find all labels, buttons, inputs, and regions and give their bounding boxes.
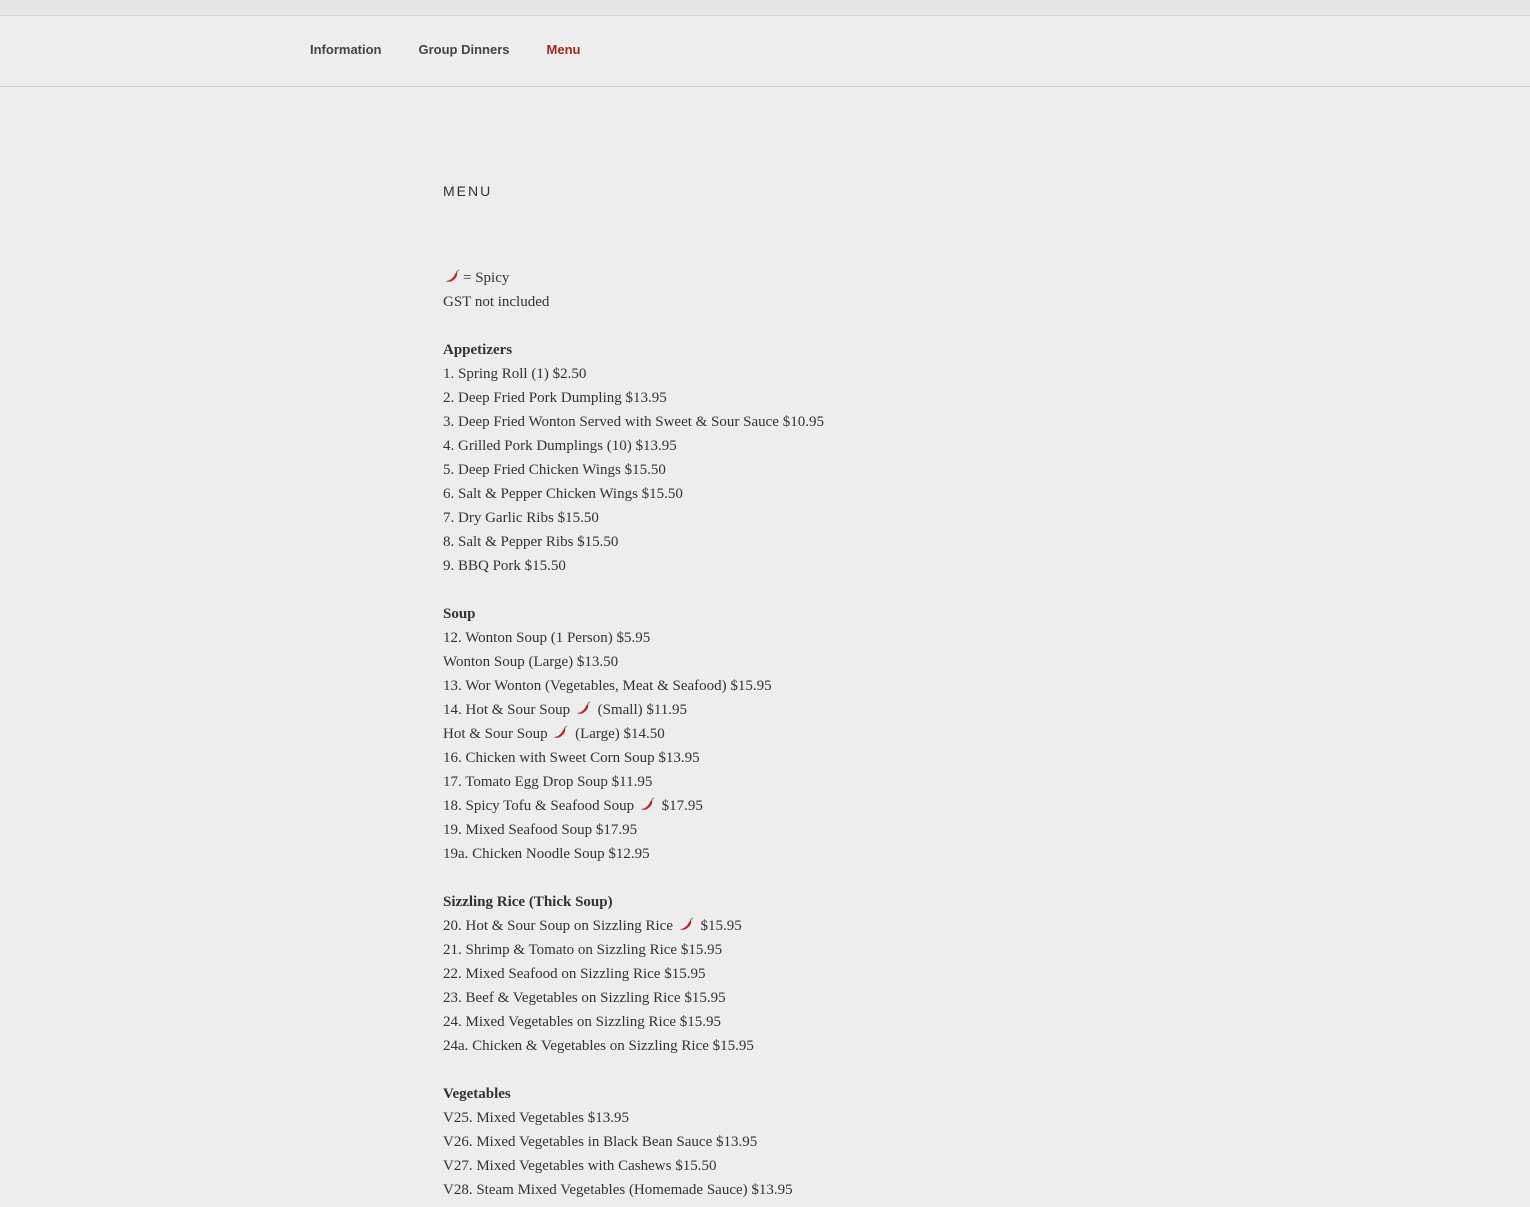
- main-content: Menu = Spicy GST not included Appetizers…: [443, 180, 1143, 1198]
- menu-item: 2. Deep Fried Pork Dumpling $13.95: [443, 386, 1143, 410]
- menu-item: Hot & Sour Soup (Large) $14.50: [443, 722, 1143, 746]
- menu-item: 14. Hot & Sour Soup (Small) $11.95: [443, 698, 1143, 722]
- menu-item: 17. Tomato Egg Drop Soup $11.95: [443, 770, 1143, 794]
- spicy-legend-text: = Spicy: [463, 270, 510, 286]
- menu-item: 9. BBQ Pork $15.50: [443, 554, 1143, 578]
- spicy-legend: = Spicy: [443, 266, 1143, 290]
- menu-item-text: 23. Beef & Vegetables on Sizzling Rice $…: [443, 990, 726, 1006]
- menu-item: 1. Spring Roll (1) $2.50: [443, 362, 1143, 386]
- menu-item: 20. Hot & Sour Soup on Sizzling Rice $15…: [443, 914, 1143, 938]
- menu-item-text: 17. Tomato Egg Drop Soup $11.95: [443, 774, 653, 790]
- menu-item-text: 8. Salt & Pepper Ribs $15.50: [443, 534, 619, 550]
- menu-item-text: V28. Steam Mixed Vegetables (Homemade Sa…: [443, 1182, 793, 1198]
- menu-item: 12. Wonton Soup (1 Person) $5.95: [443, 626, 1143, 650]
- menu-item: V26. Mixed Vegetables in Black Bean Sauc…: [443, 1130, 1143, 1154]
- menu-item-text: 16. Chicken with Sweet Corn Soup $13.95: [443, 750, 700, 766]
- menu-item: 24a. Chicken & Vegetables on Sizzling Ri…: [443, 1034, 1143, 1058]
- menu-item-text: 21. Shrimp & Tomato on Sizzling Rice $15…: [443, 942, 723, 958]
- nav-link-group-dinners[interactable]: Group Dinners: [419, 42, 510, 58]
- menu-item-price-text: $15.95: [696, 918, 742, 934]
- menu-item-text: V27. Mixed Vegetables with Cashews $15.5…: [443, 1158, 717, 1174]
- chili-pepper-icon: [679, 917, 694, 930]
- nav-link-menu[interactable]: Menu: [547, 42, 581, 58]
- menu-item: 23. Beef & Vegetables on Sizzling Rice $…: [443, 986, 1143, 1010]
- menu-item-text: 19a. Chicken Noodle Soup $12.95: [443, 846, 650, 862]
- menu-item: 13. Wor Wonton (Vegetables, Meat & Seafo…: [443, 674, 1143, 698]
- menu-item: 19a. Chicken Noodle Soup $12.95: [443, 842, 1143, 866]
- menu-item-text: 3. Deep Fried Wonton Served with Sweet &…: [443, 414, 824, 430]
- chili-pepper-icon: [554, 725, 568, 738]
- menu-item: 19. Mixed Seafood Soup $17.95: [443, 818, 1143, 842]
- menu-item-text: 9. BBQ Pork $15.50: [443, 558, 566, 574]
- menu-item-text: 4. Grilled Pork Dumplings (10) $13.95: [443, 438, 677, 454]
- menu-item-text: 20. Hot & Sour Soup on Sizzling Rice: [443, 918, 673, 934]
- menu-item: 21. Shrimp & Tomato on Sizzling Rice $15…: [443, 938, 1143, 962]
- menu-item: 16. Chicken with Sweet Corn Soup $13.95: [443, 746, 1143, 770]
- menu-item-text: 7. Dry Garlic Ribs $15.50: [443, 510, 599, 526]
- menu-item-text: 6. Salt & Pepper Chicken Wings $15.50: [443, 486, 683, 502]
- menu-item: V27. Mixed Vegetables with Cashews $15.5…: [443, 1154, 1143, 1178]
- menu-item-text: 22. Mixed Seafood on Sizzling Rice $15.9…: [443, 966, 706, 982]
- section-heading: Vegetables: [443, 1086, 511, 1102]
- menu-item-text: Hot & Sour Soup: [443, 726, 548, 742]
- menu-item-text: 18. Spicy Tofu & Seafood Soup: [443, 798, 635, 814]
- menu-item-text: 24. Mixed Vegetables on Sizzling Rice $1…: [443, 1014, 722, 1030]
- nav-links: Information Group Dinners Menu: [310, 42, 617, 58]
- menu-item: 5. Deep Fried Chicken Wings $15.50: [443, 458, 1143, 482]
- menu-item-text: 5. Deep Fried Chicken Wings $15.50: [443, 462, 666, 478]
- menu-item: 6. Salt & Pepper Chicken Wings $15.50: [443, 482, 1143, 506]
- menu-item: V25. Mixed Vegetables $13.95: [443, 1106, 1143, 1130]
- menu-item-text: 24a. Chicken & Vegetables on Sizzling Ri…: [443, 1038, 754, 1054]
- menu-item-text: 12. Wonton Soup (1 Person) $5.95: [443, 630, 651, 646]
- menu-item-text: V26. Mixed Vegetables in Black Bean Sauc…: [443, 1134, 758, 1150]
- page-title: Menu: [443, 183, 493, 199]
- menu-item-text: 1. Spring Roll (1) $2.50: [443, 366, 587, 382]
- menu-item-price-text: (Small) $11.95: [593, 702, 688, 718]
- menu-sections: Appetizers 1. Spring Roll (1) $2.50 2. Dee…: [443, 314, 1143, 1202]
- menu-item-text: 2. Deep Fried Pork Dumpling $13.95: [443, 390, 667, 406]
- navigation-bar: Information Group Dinners Menu: [0, 16, 1530, 87]
- section-heading: Appetizers: [443, 342, 513, 358]
- menu-body: = Spicy GST not included Appetizers 1. Sp…: [443, 266, 1143, 1202]
- menu-item: 18. Spicy Tofu & Seafood Soup $17.95: [443, 794, 1143, 818]
- menu-item-text: 19. Mixed Seafood Soup $17.95: [443, 822, 638, 838]
- tax-note: GST not included: [443, 294, 550, 310]
- menu-item: Wonton Soup (Large) $13.50: [443, 650, 1143, 674]
- chili-pepper-icon: [446, 269, 460, 282]
- section-heading: Soup: [443, 606, 476, 622]
- menu-item: 7. Dry Garlic Ribs $15.50: [443, 506, 1143, 530]
- chili-pepper-icon: [640, 797, 655, 810]
- menu-item: 24. Mixed Vegetables on Sizzling Rice $1…: [443, 1010, 1143, 1034]
- menu-item-text: Wonton Soup (Large) $13.50: [443, 654, 619, 670]
- menu-item-price-text: $17.95: [657, 798, 703, 814]
- menu-item-text: 14. Hot & Sour Soup: [443, 702, 571, 718]
- chili-pepper-icon: [576, 701, 591, 714]
- section-heading: Sizzling Rice (Thick Soup): [443, 894, 613, 910]
- browser-top-strip: [0, 0, 1530, 16]
- nav-link-information[interactable]: Information: [310, 42, 382, 58]
- menu-item: V28. Steam Mixed Vegetables (Homemade Sa…: [443, 1178, 1143, 1202]
- menu-item-price-text: (Large) $14.50: [571, 726, 665, 742]
- menu-item: 8. Salt & Pepper Ribs $15.50: [443, 530, 1143, 554]
- menu-item-text: V25. Mixed Vegetables $13.95: [443, 1110, 629, 1126]
- menu-item: 3. Deep Fried Wonton Served with Sweet &…: [443, 410, 1143, 434]
- menu-item: 22. Mixed Seafood on Sizzling Rice $15.9…: [443, 962, 1143, 986]
- menu-item: 4. Grilled Pork Dumplings (10) $13.95: [443, 434, 1143, 458]
- menu-item-text: 13. Wor Wonton (Vegetables, Meat & Seafo…: [443, 678, 772, 694]
